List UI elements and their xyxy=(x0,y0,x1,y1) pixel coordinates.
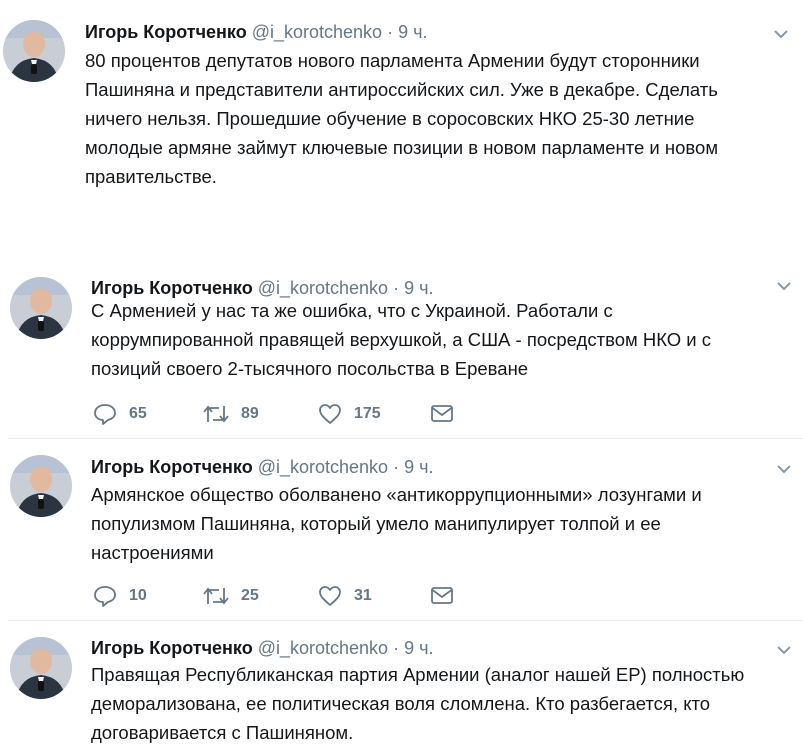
author-handle[interactable]: @i_korotchenko xyxy=(258,278,388,298)
author-handle[interactable]: @i_korotchenko xyxy=(258,457,388,477)
tweet-text: Армянское общество оболванено «антикорру… xyxy=(91,484,702,563)
author-name[interactable]: Игорь Коротченко xyxy=(91,278,253,298)
tweet[interactable]: Игорь Коротченко @i_korotchenko · 9 ч. С… xyxy=(0,262,803,438)
reply-icon xyxy=(94,404,116,425)
like-button[interactable]: 175 xyxy=(318,403,381,425)
tweet[interactable]: Игорь Коротченко @i_korotchenko · 9 ч. 8… xyxy=(0,0,803,240)
separator-dot: · xyxy=(393,278,400,298)
timestamp[interactable]: 9 ч. xyxy=(404,278,433,298)
tweet-text: С Арменией у нас та же ошибка, что с Укр… xyxy=(91,300,712,379)
heart-icon xyxy=(319,586,341,606)
retweet-icon xyxy=(203,405,229,423)
author-name[interactable]: Игорь Коротченко xyxy=(91,638,253,658)
like-count: 175 xyxy=(354,405,381,422)
divider xyxy=(8,438,803,439)
separator-dot: · xyxy=(387,22,394,42)
avatar[interactable] xyxy=(3,20,65,82)
separator-dot: · xyxy=(393,457,400,477)
retweet-button[interactable]: 25 xyxy=(203,585,259,607)
retweet-icon xyxy=(203,587,229,605)
reply-button[interactable]: 65 xyxy=(93,403,147,425)
message-button[interactable] xyxy=(430,585,454,605)
divider xyxy=(8,620,803,621)
tweet[interactable]: Игорь Коротченко @i_korotchenko · 9 ч. П… xyxy=(0,622,803,749)
retweet-count: 25 xyxy=(241,587,259,604)
chevron-down-icon[interactable] xyxy=(775,641,793,659)
like-button[interactable]: 31 xyxy=(318,585,372,607)
retweet-count: 89 xyxy=(241,405,259,422)
separator-dot: · xyxy=(393,638,400,658)
tweet-text: 80 процентов депутатов нового парламента… xyxy=(85,50,719,187)
tweet-text: Правящая Республиканская партия Армении … xyxy=(91,664,745,743)
tweet[interactable]: Игорь Коротченко @i_korotchenko · 9 ч. А… xyxy=(0,440,803,620)
tweet-header: Игорь Коротченко @i_korotchenko · 9 ч. xyxy=(91,637,433,659)
chevron-down-icon[interactable] xyxy=(775,277,793,295)
envelope-icon xyxy=(431,587,453,604)
retweet-button[interactable]: 89 xyxy=(203,403,259,425)
reply-button[interactable]: 10 xyxy=(93,585,147,607)
chevron-down-icon[interactable] xyxy=(775,460,793,478)
message-button[interactable] xyxy=(430,403,454,423)
tweet-actions: 65 89 175 xyxy=(93,403,493,429)
avatar[interactable] xyxy=(10,277,72,339)
reply-icon xyxy=(94,586,116,607)
tweet-header: Игорь Коротченко @i_korotchenko · 9 ч. xyxy=(91,456,433,478)
author-name[interactable]: Игорь Коротченко xyxy=(85,22,247,42)
tweet-header: Игорь Коротченко @i_korotchenko · 9 ч. xyxy=(85,21,427,43)
timestamp[interactable]: 9 ч. xyxy=(404,638,433,658)
avatar[interactable] xyxy=(10,637,72,699)
chevron-down-icon[interactable] xyxy=(772,25,790,43)
reply-count: 10 xyxy=(129,587,147,604)
author-handle[interactable]: @i_korotchenko xyxy=(258,638,388,658)
heart-icon xyxy=(319,404,341,424)
reply-count: 65 xyxy=(129,405,147,422)
avatar[interactable] xyxy=(10,455,72,517)
timestamp[interactable]: 9 ч. xyxy=(404,457,433,477)
envelope-icon xyxy=(431,405,453,422)
tweet-actions: 10 25 31 xyxy=(93,585,493,611)
like-count: 31 xyxy=(354,587,372,604)
author-handle[interactable]: @i_korotchenko xyxy=(252,22,382,42)
timestamp[interactable]: 9 ч. xyxy=(398,22,427,42)
author-name[interactable]: Игорь Коротченко xyxy=(91,457,253,477)
